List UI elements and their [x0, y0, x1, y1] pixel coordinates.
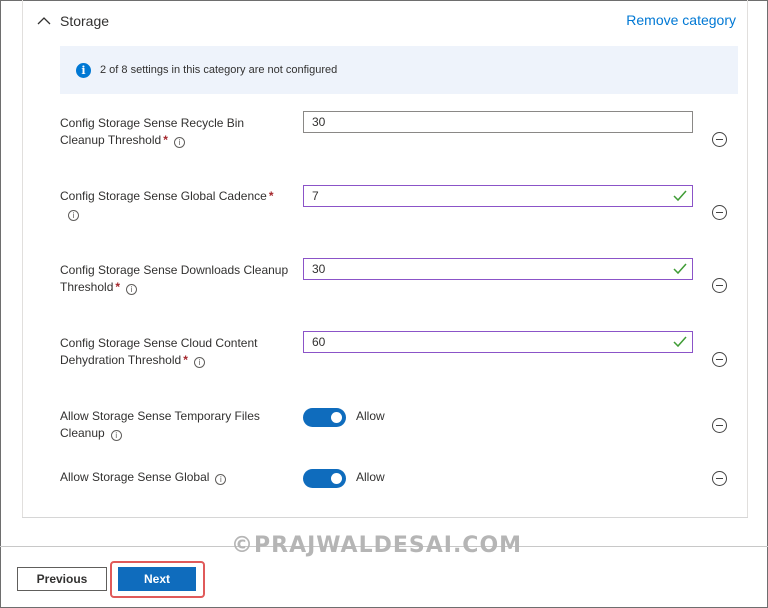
- remove-setting-icon[interactable]: [712, 205, 727, 220]
- info-tooltip-icon[interactable]: i: [126, 284, 138, 295]
- remove-setting-icon[interactable]: [712, 132, 727, 147]
- section-title: Storage: [60, 13, 110, 29]
- info-banner: i 2 of 8 settings in this category are n…: [60, 46, 738, 94]
- chevron-up-icon[interactable]: [36, 13, 52, 29]
- required-marker: *: [183, 353, 188, 367]
- check-icon: [673, 336, 687, 348]
- remove-setting-icon[interactable]: [712, 352, 727, 367]
- info-icon: i: [76, 62, 91, 78]
- remove-setting-icon[interactable]: [712, 471, 727, 486]
- toggle-knob: [331, 473, 342, 484]
- info-tooltip-icon[interactable]: i: [110, 430, 122, 441]
- toggle-label: Allow: [356, 470, 385, 484]
- remove-setting-icon[interactable]: [712, 418, 727, 433]
- toggle-label: Allow: [356, 409, 385, 423]
- category-header: Storage Remove category: [36, 10, 736, 32]
- info-tooltip-icon[interactable]: i: [215, 474, 227, 485]
- toggle-knob: [331, 412, 342, 423]
- divider: [22, 517, 748, 518]
- setting-label: Config Storage Sense Recycle Bin Cleanup…: [60, 116, 245, 148]
- global-toggle[interactable]: [303, 469, 346, 488]
- setting-label: Config Storage Sense Cloud Content Dehyd…: [60, 336, 258, 368]
- info-text: 2 of 8 settings in this category are not…: [100, 64, 338, 76]
- info-tooltip-icon[interactable]: i: [68, 210, 79, 221]
- cloud-dehydration-input[interactable]: 60: [303, 331, 693, 353]
- temp-files-toggle[interactable]: [303, 408, 346, 427]
- info-tooltip-icon[interactable]: i: [173, 137, 185, 148]
- next-button[interactable]: Next: [118, 567, 196, 591]
- global-cadence-input[interactable]: 7: [303, 185, 693, 207]
- watermark: ©PRAJWALDESAI.COM: [231, 533, 523, 558]
- info-tooltip-icon[interactable]: i: [193, 357, 205, 368]
- required-marker: *: [268, 189, 274, 203]
- remove-category-link[interactable]: Remove category: [626, 12, 736, 28]
- setting-label: Config Storage Sense Downloads Cleanup T…: [60, 263, 289, 295]
- downloads-threshold-input[interactable]: 30: [303, 258, 693, 280]
- required-marker: *: [163, 133, 168, 147]
- previous-button[interactable]: Previous: [17, 567, 107, 591]
- check-icon: [673, 190, 687, 202]
- required-marker: *: [115, 280, 121, 294]
- setting-label: Allow Storage Sense Temporary Files Clea…: [60, 409, 260, 441]
- setting-label: Allow Storage Sense Global i: [60, 469, 292, 486]
- recycle-bin-threshold-input[interactable]: 30: [303, 111, 693, 133]
- remove-setting-icon[interactable]: [712, 278, 727, 293]
- setting-label: Config Storage Sense Global Cadence * i: [60, 189, 274, 221]
- check-icon: [673, 263, 687, 275]
